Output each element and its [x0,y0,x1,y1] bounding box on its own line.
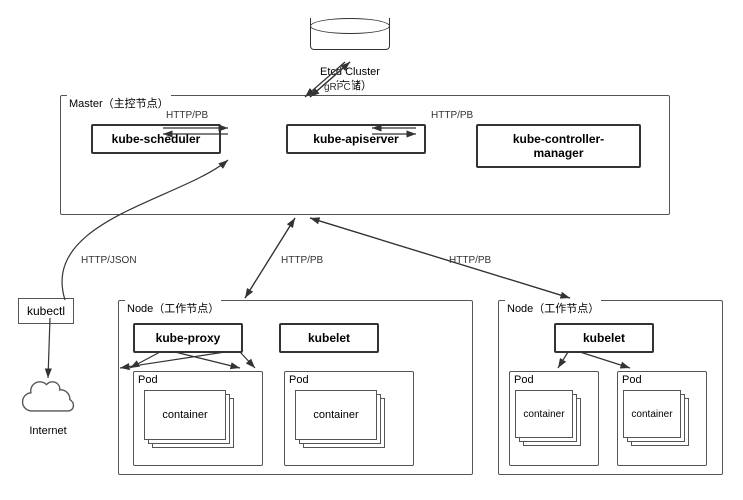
kubelet-right-box: kubelet [554,323,654,353]
container3-label: container [515,390,573,438]
etcd-cylinder-icon [310,18,390,63]
http-json-label: HTTP/JSON [80,255,138,266]
kubelet-left-box: kubelet [279,323,379,353]
http-pb1-label: HTTP/PB [165,110,209,121]
etcd-cluster: Etcd Cluster （存储） [295,8,405,94]
kubectl-box: kubectl [18,298,74,324]
pod3-label: Pod [514,374,534,386]
container4-stack: container [623,390,698,455]
pod4-label: Pod [622,374,642,386]
http-pb3-label: HTTP/PB [280,255,324,266]
pod4-outer: Pod container [617,371,707,466]
container1-stack: container [144,390,244,455]
kube-apiserver-box: kube-apiserver [286,124,426,154]
kube-proxy-box: kube-proxy [133,323,243,353]
container2-stack: container [295,390,395,455]
node-left-box: Node（工作节点） kube-proxy kubelet Pod contai… [118,300,473,475]
kube-controller-box: kube-controller-manager [476,124,641,168]
pod3-outer: Pod container [509,371,599,466]
node-right-label: Node（工作节点） [505,300,601,316]
container3-stack: container [515,390,590,455]
grpc-label: gRPC [323,82,352,93]
internet-cloud: Internet [8,380,88,437]
diagram: Etcd Cluster （存储） Master（主控节点） kube-sche… [0,0,743,500]
cloud-icon [14,380,82,420]
node-right-box: Node（工作节点） kubelet Pod container Pod con… [498,300,723,475]
container1-label: container [144,390,226,440]
http-pb2-label: HTTP/PB [430,110,474,121]
pod2-outer: Pod container [284,371,414,466]
pod2-label: Pod [289,374,309,386]
http-pb4-label: HTTP/PB [448,255,492,266]
container2-label: container [295,390,377,440]
master-box: Master（主控节点） kube-scheduler kube-apiserv… [60,95,670,215]
pod1-outer: Pod container [133,371,263,466]
kube-scheduler-box: kube-scheduler [91,124,221,154]
container4-label: container [623,390,681,438]
internet-label: Internet [8,425,88,437]
master-label: Master（主控节点） [67,95,171,111]
node-left-label: Node（工作节点） [125,300,221,316]
pod1-label: Pod [138,374,158,386]
